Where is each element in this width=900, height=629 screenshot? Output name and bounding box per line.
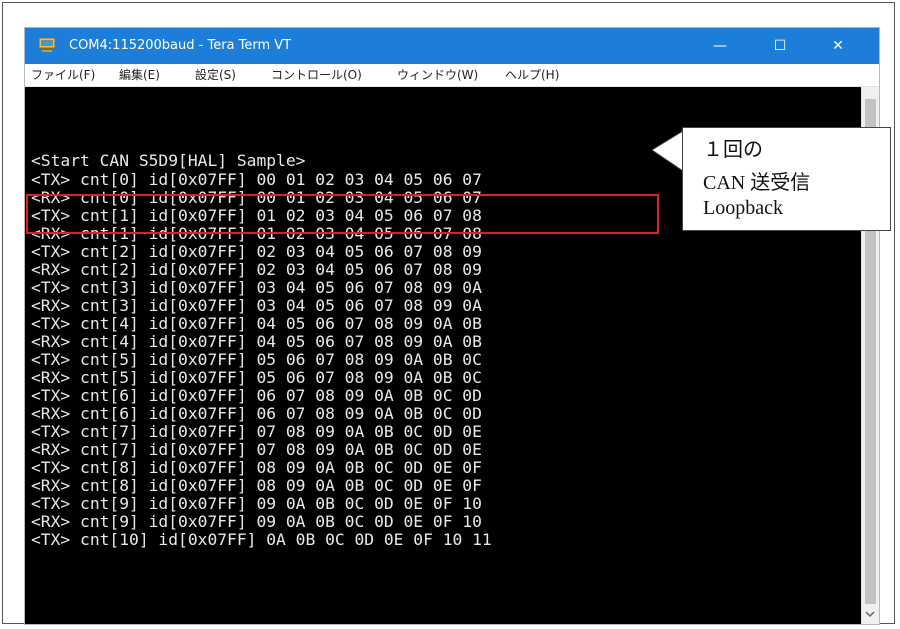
menu-file[interactable]: ファイル(F): [31, 64, 95, 86]
menu-edit[interactable]: 編集(E): [119, 64, 160, 86]
terminal-line: <Start CAN S5D9[HAL] Sample>: [31, 151, 306, 170]
menu-settings[interactable]: 設定(S): [195, 64, 236, 86]
terminal-line: <RX> cnt[5] id[0x07FF] 05 06 07 08 09 0A…: [31, 368, 482, 387]
title-bar[interactable]: COM4:115200baud - Tera Term VT — ☐ ✕: [25, 28, 879, 64]
menu-window[interactable]: ウィンドウ(W): [397, 64, 478, 86]
annotation-callout: １回の CAN 送受信 Loopback: [682, 127, 891, 231]
terminal-line: <TX> cnt[7] id[0x07FF] 07 08 09 0A 0B 0C…: [31, 422, 482, 441]
highlight-box: [26, 194, 659, 234]
callout-line-2: CAN 送受信: [703, 172, 811, 194]
menu-bar: ファイル(F) 編集(E) 設定(S) コントロール(O) ウィンドウ(W) ヘ…: [25, 64, 879, 87]
terminal-line: <TX> cnt[3] id[0x07FF] 03 04 05 06 07 08…: [31, 278, 482, 297]
terminal-line: <RX> cnt[8] id[0x07FF] 08 09 0A 0B 0C 0D…: [31, 476, 482, 495]
minimize-button[interactable]: —: [697, 28, 743, 64]
menu-control[interactable]: コントロール(O): [271, 64, 362, 86]
terminal-line: <RX> cnt[3] id[0x07FF] 03 04 05 06 07 08…: [31, 296, 482, 315]
tera-term-window: COM4:115200baud - Tera Term VT — ☐ ✕ ファイ…: [24, 27, 880, 625]
terminal-line: <TX> cnt[10] id[0x07FF] 0A 0B 0C 0D 0E 0…: [31, 530, 492, 549]
tera-term-app-icon: [39, 38, 55, 52]
window-title: COM4:115200baud - Tera Term VT: [69, 38, 292, 53]
menu-help[interactable]: ヘルプ(H): [505, 64, 559, 86]
callout-pointer: [652, 131, 684, 181]
terminal-line: <RX> cnt[4] id[0x07FF] 04 05 06 07 08 09…: [31, 332, 482, 351]
maximize-button[interactable]: ☐: [757, 28, 803, 64]
terminal-line: <RX> cnt[9] id[0x07FF] 09 0A 0B 0C 0D 0E…: [31, 512, 482, 531]
chevron-down-icon[interactable]: [865, 610, 875, 620]
callout-line-3: Loopback: [703, 197, 783, 219]
callout-line-1: １回の: [703, 139, 763, 161]
terminal-line: <RX> cnt[6] id[0x07FF] 06 07 08 09 0A 0B…: [31, 404, 482, 423]
terminal-line: <TX> cnt[8] id[0x07FF] 08 09 0A 0B 0C 0D…: [31, 458, 482, 477]
terminal-line: <TX> cnt[5] id[0x07FF] 05 06 07 08 09 0A…: [31, 350, 482, 369]
terminal-line: <TX> cnt[0] id[0x07FF] 00 01 02 03 04 05…: [31, 170, 482, 189]
terminal-line: <RX> cnt[2] id[0x07FF] 02 03 04 05 06 07…: [31, 260, 482, 279]
terminal-line: <TX> cnt[9] id[0x07FF] 09 0A 0B 0C 0D 0E…: [31, 494, 482, 513]
terminal-line: <RX> cnt[7] id[0x07FF] 07 08 09 0A 0B 0C…: [31, 440, 482, 459]
terminal-line: <TX> cnt[6] id[0x07FF] 06 07 08 09 0A 0B…: [31, 386, 482, 405]
close-button[interactable]: ✕: [815, 28, 861, 64]
terminal-line: <TX> cnt[4] id[0x07FF] 04 05 06 07 08 09…: [31, 314, 482, 333]
terminal-line: <TX> cnt[2] id[0x07FF] 02 03 04 05 06 07…: [31, 242, 482, 261]
